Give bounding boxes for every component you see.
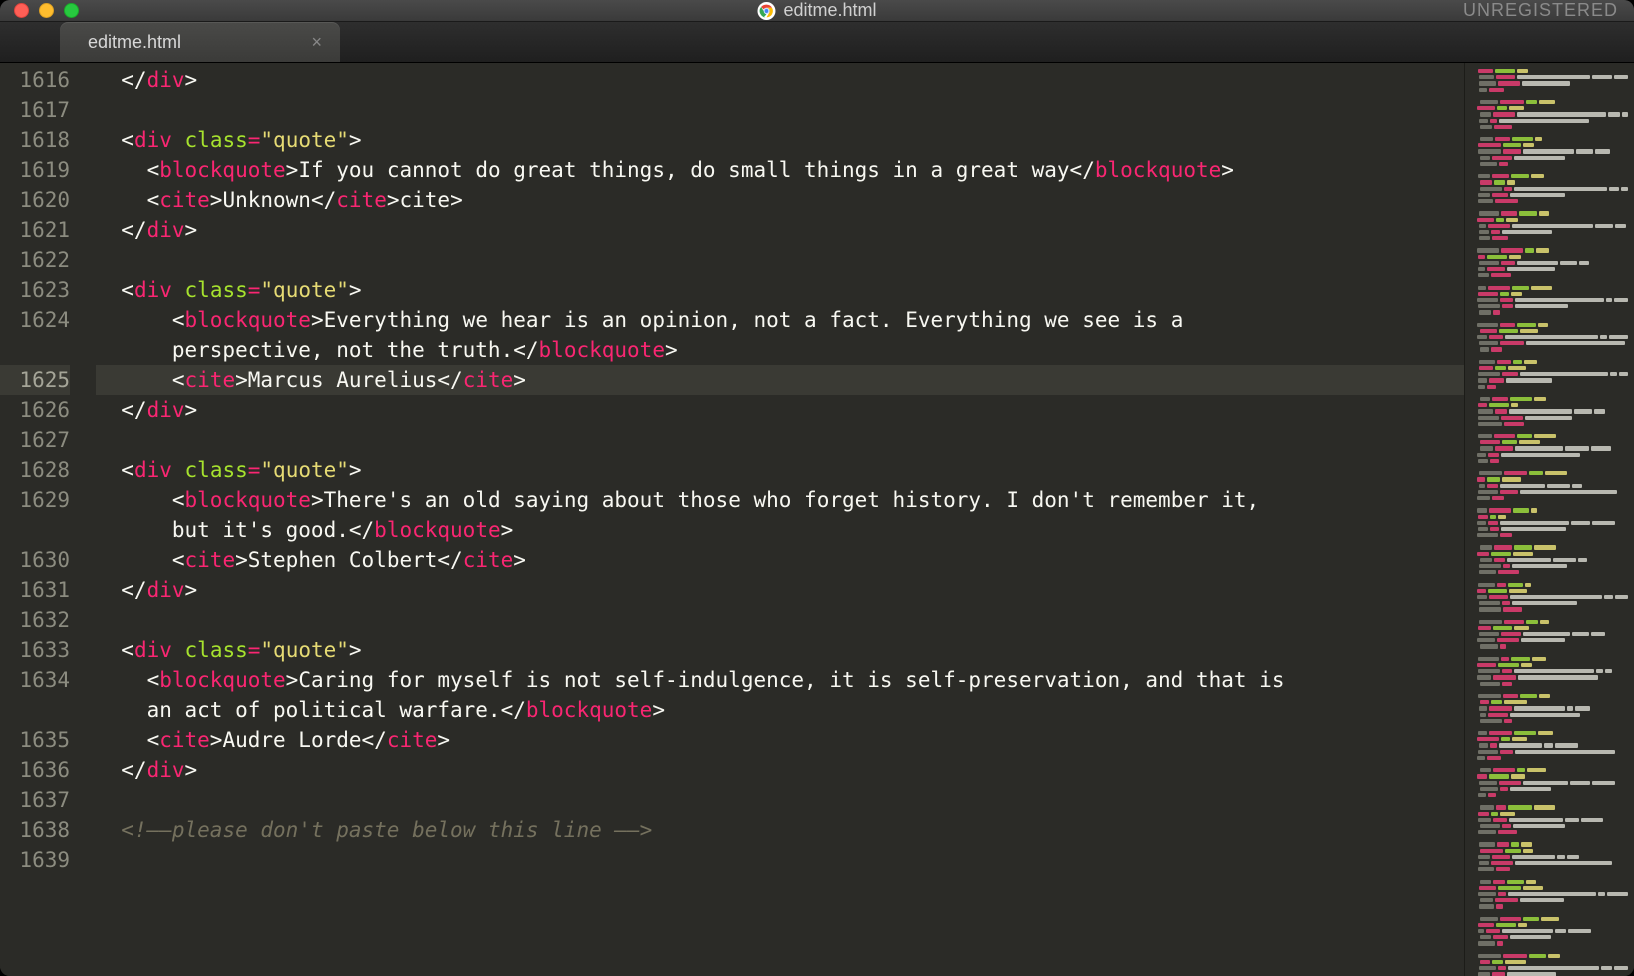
- unregistered-label: UNREGISTERED: [1463, 0, 1618, 21]
- code-line[interactable]: </div>: [96, 215, 1464, 245]
- line-number: 1625: [0, 365, 70, 395]
- line-number: 1639: [0, 845, 70, 875]
- code-line-wrap[interactable]: perspective, not the truth.</blockquote>: [96, 335, 1464, 365]
- code-line[interactable]: <cite>Audre Lorde</cite>: [96, 725, 1464, 755]
- window-title: editme.html: [757, 0, 876, 21]
- code-line[interactable]: <!––please don't paste below this line –…: [96, 815, 1464, 845]
- code-line[interactable]: [96, 425, 1464, 455]
- window-close-button[interactable]: [14, 3, 29, 18]
- line-number: 1634: [0, 665, 70, 695]
- line-number-gutter[interactable]: 161616171618161916201621162216231624 162…: [0, 63, 92, 976]
- line-number: 1624: [0, 305, 70, 335]
- code-line[interactable]: <div class="quote">: [96, 635, 1464, 665]
- code-line[interactable]: <div class="quote">: [96, 125, 1464, 155]
- code-line[interactable]: <blockquote>Everything we hear is an opi…: [96, 305, 1464, 335]
- line-number: 1627: [0, 425, 70, 455]
- editor-window: editme.html UNREGISTERED editme.html × 1…: [0, 0, 1634, 976]
- code-line[interactable]: </div>: [96, 395, 1464, 425]
- code-line[interactable]: <cite>Unknown</cite>cite>: [96, 185, 1464, 215]
- code-line[interactable]: <cite>Marcus Aurelius</cite>: [96, 365, 1464, 395]
- code-line[interactable]: </div>: [96, 575, 1464, 605]
- code-line[interactable]: [96, 245, 1464, 275]
- code-line[interactable]: [96, 785, 1464, 815]
- window-title-text: editme.html: [783, 0, 876, 21]
- code-line[interactable]: <div class="quote">: [96, 455, 1464, 485]
- line-number: 1617: [0, 95, 70, 125]
- window-minimize-button[interactable]: [39, 3, 54, 18]
- code-line[interactable]: [96, 845, 1464, 875]
- code-line[interactable]: </div>: [96, 65, 1464, 95]
- line-number: 1626: [0, 395, 70, 425]
- line-number: 1637: [0, 785, 70, 815]
- code-area[interactable]: </div> <div class="quote"> <blockquote>I…: [92, 63, 1464, 976]
- line-number: 1622: [0, 245, 70, 275]
- code-line-wrap[interactable]: but it's good.</blockquote>: [96, 515, 1464, 545]
- tab-label: editme.html: [88, 32, 181, 53]
- line-number: 1621: [0, 215, 70, 245]
- code-line[interactable]: <cite>Stephen Colbert</cite>: [96, 545, 1464, 575]
- window-maximize-button[interactable]: [64, 3, 79, 18]
- code-line-wrap[interactable]: an act of political warfare.</blockquote…: [96, 695, 1464, 725]
- editor-body: 161616171618161916201621162216231624 162…: [0, 63, 1634, 976]
- traffic-lights: [14, 3, 79, 18]
- code-line[interactable]: [96, 605, 1464, 635]
- line-number: 1638: [0, 815, 70, 845]
- code-line[interactable]: </div>: [96, 755, 1464, 785]
- line-number: 1618: [0, 125, 70, 155]
- chrome-icon: [757, 2, 775, 20]
- line-number: 1633: [0, 635, 70, 665]
- minimap[interactable]: [1464, 63, 1634, 976]
- line-number: 1616: [0, 65, 70, 95]
- line-number: 1623: [0, 275, 70, 305]
- line-number: 1631: [0, 575, 70, 605]
- code-line[interactable]: <blockquote>Caring for myself is not sel…: [96, 665, 1464, 695]
- code-line[interactable]: <blockquote>If you cannot do great thing…: [96, 155, 1464, 185]
- line-number: 1628: [0, 455, 70, 485]
- line-number: 1629: [0, 485, 70, 515]
- tab-close-icon[interactable]: ×: [311, 32, 322, 53]
- line-number: 1630: [0, 545, 70, 575]
- line-number: 1635: [0, 725, 70, 755]
- line-number: 1620: [0, 185, 70, 215]
- file-tab[interactable]: editme.html ×: [60, 22, 340, 62]
- code-line[interactable]: [96, 95, 1464, 125]
- line-number: 1619: [0, 155, 70, 185]
- line-number: 1636: [0, 755, 70, 785]
- tab-bar: editme.html ×: [0, 22, 1634, 63]
- titlebar: editme.html UNREGISTERED: [0, 0, 1634, 22]
- code-line[interactable]: <blockquote>There's an old saying about …: [96, 485, 1464, 515]
- code-line[interactable]: <div class="quote">: [96, 275, 1464, 305]
- line-number: 1632: [0, 605, 70, 635]
